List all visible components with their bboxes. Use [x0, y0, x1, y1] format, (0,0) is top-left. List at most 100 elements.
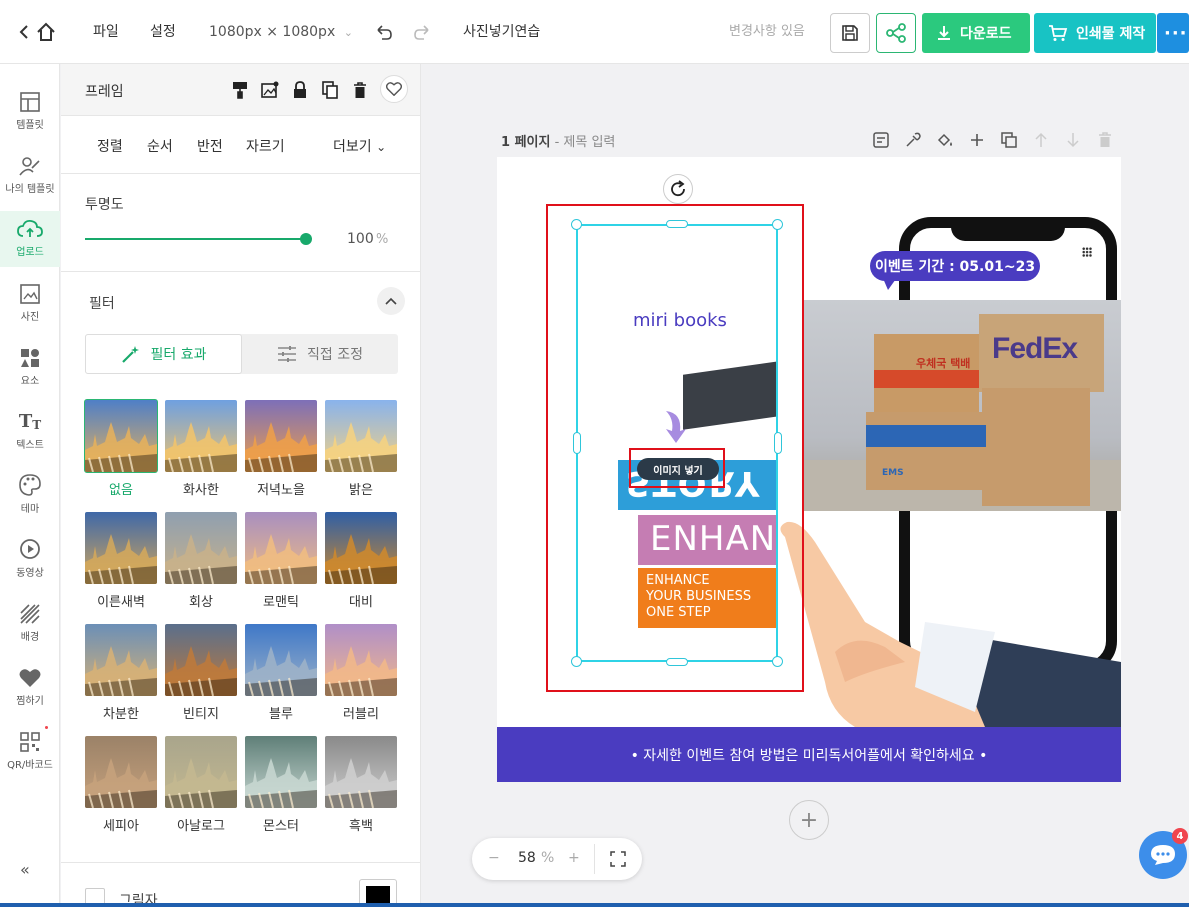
zoom-value[interactable]: 58	[518, 850, 536, 866]
filter-thumbnail	[245, 624, 317, 696]
save-status: 변경사항 있음	[729, 24, 805, 39]
text-icon: TT	[18, 411, 42, 432]
fullscreen-icon[interactable]	[610, 851, 626, 867]
rail-item-qr[interactable]: QR/바코드	[0, 724, 60, 784]
opacity-slider-track[interactable]	[85, 238, 305, 240]
rail-item-text[interactable]: TT 텍스트	[0, 404, 60, 464]
file-menu[interactable]: 파일	[93, 0, 119, 64]
duplicate-icon[interactable]	[320, 80, 340, 100]
undo-icon[interactable]	[374, 0, 394, 64]
download-button[interactable]: 다운로드	[922, 13, 1030, 53]
page-title[interactable]: 1 페이지 - 제목 입력	[501, 131, 615, 150]
trash-icon[interactable]	[350, 80, 370, 100]
filter-option[interactable]: 대비	[325, 512, 397, 610]
replace-image-icon[interactable]	[260, 80, 280, 100]
event-banner[interactable]: • 자세한 이벤트 참여 방법은 미리독서어플에서 확인하세요 •	[497, 727, 1121, 782]
filter-option[interactable]: 차분한	[85, 624, 157, 722]
copy-page-icon[interactable]	[999, 130, 1019, 150]
rail-item-photo[interactable]: 사진	[0, 276, 60, 336]
panel-title: 프레임	[85, 84, 124, 100]
highlight-box-insert	[629, 448, 725, 488]
filter-thumbnail	[85, 624, 157, 696]
tab-manual-adjust[interactable]: 직접 조정	[242, 334, 398, 374]
rail-label: 찜하기	[16, 696, 44, 707]
upload-cloud-icon	[0, 211, 60, 239]
plus-icon: +	[799, 807, 819, 833]
share-button[interactable]	[876, 13, 916, 53]
tab-filter-effect[interactable]: 필터 효과	[85, 334, 242, 374]
lock-icon[interactable]	[290, 80, 310, 100]
page-note-icon[interactable]	[871, 130, 891, 150]
filter-option[interactable]: 세피아	[85, 736, 157, 834]
paint-bucket-icon[interactable]	[935, 130, 955, 150]
opacity-value[interactable]: 100	[347, 231, 374, 247]
box-ems	[866, 412, 986, 490]
filter-option[interactable]: 화사한	[165, 400, 237, 498]
chat-unread-badge: 4	[1172, 828, 1188, 844]
parcels-photo[interactable]: FedEx 우체국 택배 EMS	[804, 300, 1121, 511]
align-menu[interactable]: 정렬	[97, 136, 123, 156]
favorite-button[interactable]	[380, 75, 408, 103]
rail-item-my-template[interactable]: 나의 템플릿	[0, 148, 60, 208]
delete-page-icon[interactable]	[1095, 130, 1115, 150]
home-icon[interactable]	[35, 0, 57, 64]
zoom-divider	[594, 844, 595, 874]
filter-option[interactable]: 로맨틱	[245, 512, 317, 610]
rail-item-theme[interactable]: 테마	[0, 468, 60, 528]
filter-option[interactable]: 빈티지	[165, 624, 237, 722]
filter-option[interactable]: 저녁노을	[245, 400, 317, 498]
more-menu[interactable]: 더보기 ⌄	[333, 136, 386, 156]
filter-option[interactable]: 몬스터	[245, 736, 317, 834]
rail-item-elements[interactable]: 요소	[0, 340, 60, 400]
download-label: 다운로드	[960, 26, 1012, 42]
arrow-up-icon[interactable]	[1031, 130, 1051, 150]
rail-item-background[interactable]: 배경	[0, 596, 60, 656]
add-page-button[interactable]: +	[789, 800, 829, 840]
elements-icon	[0, 340, 60, 368]
zoom-out-icon[interactable]: −	[488, 850, 500, 866]
filter-thumbnail	[325, 736, 397, 808]
filter-name: 블루	[269, 707, 293, 722]
rail-item-favorites[interactable]: 찜하기	[0, 660, 60, 720]
filter-option[interactable]: 러블리	[325, 624, 397, 722]
print-label: 인쇄물 제작	[1076, 26, 1146, 42]
filter-option[interactable]: 블루	[245, 624, 317, 722]
new-dot	[45, 726, 48, 729]
filter-option[interactable]: 밝은	[325, 400, 397, 498]
arrow-down-icon[interactable]	[1063, 130, 1083, 150]
more-options-button[interactable]: ···	[1157, 13, 1189, 53]
filter-name: 저녁노을	[257, 483, 305, 498]
save-button[interactable]	[830, 13, 870, 53]
document-title[interactable]: 사진넣기연습	[463, 0, 540, 64]
order-menu[interactable]: 순서	[147, 136, 173, 156]
opacity-slider-handle[interactable]	[300, 233, 312, 245]
filter-option[interactable]: 이른새벽	[85, 512, 157, 610]
settings-menu[interactable]: 설정	[150, 0, 176, 64]
box-post-stripe	[874, 370, 979, 388]
crop-menu[interactable]: 자르기	[246, 136, 285, 156]
filter-name: 몬스터	[263, 819, 299, 834]
filter-option[interactable]: 아날로그	[165, 736, 237, 834]
filter-option[interactable]: 흑백	[325, 736, 397, 834]
phone-status-dots	[1082, 247, 1092, 257]
add-element-icon[interactable]	[967, 130, 987, 150]
eyedropper-icon[interactable]	[903, 130, 923, 150]
paint-roller-icon[interactable]	[230, 80, 250, 100]
qr-icon	[0, 724, 60, 752]
rail-label: 사진	[20, 312, 40, 323]
phone-notch	[951, 217, 1065, 241]
rail-item-video[interactable]: 동영상	[0, 532, 60, 592]
back-icon[interactable]	[18, 0, 30, 64]
redo-icon[interactable]	[412, 0, 432, 64]
canvas-size-select[interactable]: 1080px × 1080px ⌄	[209, 0, 353, 64]
rail-item-upload[interactable]: 업로드	[0, 211, 60, 267]
filter-collapse-button[interactable]	[377, 287, 405, 315]
flip-menu[interactable]: 반전	[197, 136, 223, 156]
filter-option[interactable]: 회상	[165, 512, 237, 610]
collapse-panel-icon[interactable]: «	[20, 860, 30, 879]
print-button[interactable]: 인쇄물 제작	[1034, 13, 1156, 53]
rail-item-template[interactable]: 템플릿	[0, 84, 60, 144]
rotate-handle[interactable]	[663, 174, 693, 204]
zoom-in-icon[interactable]: +	[568, 850, 580, 866]
filter-option[interactable]: 없음	[84, 399, 158, 498]
